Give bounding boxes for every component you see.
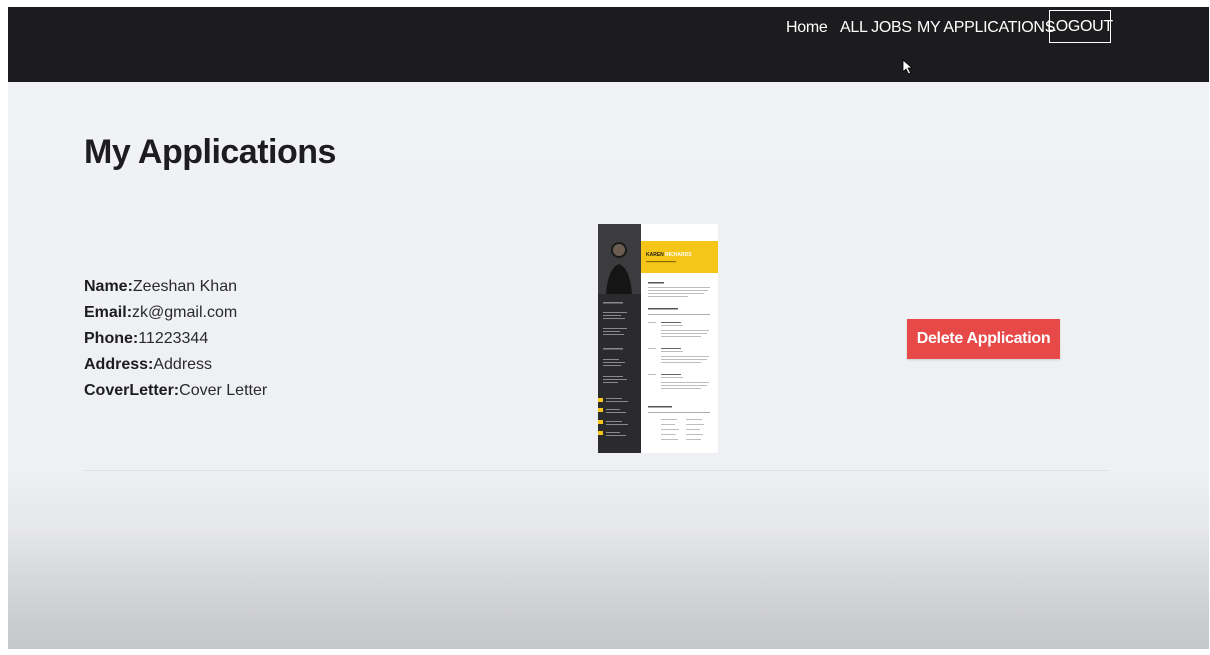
nav-my-applications-link[interactable]: MY APPLICATIONS <box>917 19 1055 37</box>
detail-label: CoverLetter: <box>84 382 180 399</box>
detail-row-address: Address:Address <box>84 355 267 381</box>
resume-thumbnail[interactable]: KAREN RICHARDS <box>598 224 718 453</box>
application-details: Name:Zeeshan Khan Email:zk@gmail.com Pho… <box>84 277 267 407</box>
page-title: My Applications <box>84 133 336 171</box>
detail-value: Address <box>153 356 213 373</box>
resume-name: KAREN RICHARDS <box>646 252 692 258</box>
detail-label: Name: <box>84 278 133 295</box>
detail-value: Zeeshan Khan <box>132 278 237 295</box>
mouse-cursor-icon <box>902 59 914 75</box>
logout-button[interactable]: LOGOUT <box>1047 10 1113 43</box>
detail-value: Cover Letter <box>179 382 268 399</box>
detail-row-phone: Phone:11223344 <box>84 329 267 355</box>
nav-all-jobs-link[interactable]: ALL JOBS <box>840 19 912 37</box>
divider <box>84 470 1109 471</box>
navbar: Home ALL JOBS MY APPLICATIONS LOGOUT <box>8 7 1209 82</box>
detail-row-email: Email:zk@gmail.com <box>84 303 267 329</box>
detail-label: Phone: <box>84 330 139 347</box>
detail-label: Email: <box>84 304 133 321</box>
detail-value: zk@gmail.com <box>132 304 238 321</box>
delete-application-button[interactable]: Delete Application <box>907 319 1060 359</box>
resume-image: KAREN RICHARDS <box>598 224 718 453</box>
detail-value: 11223344 <box>138 330 209 347</box>
detail-row-cover-letter: CoverLetter:Cover Letter <box>84 381 267 407</box>
detail-row-name: Name:Zeeshan Khan <box>84 277 267 303</box>
detail-label: Address: <box>84 356 154 373</box>
nav-home-link[interactable]: Home <box>786 19 828 37</box>
app-frame: Home ALL JOBS MY APPLICATIONS LOGOUT My … <box>8 7 1209 649</box>
